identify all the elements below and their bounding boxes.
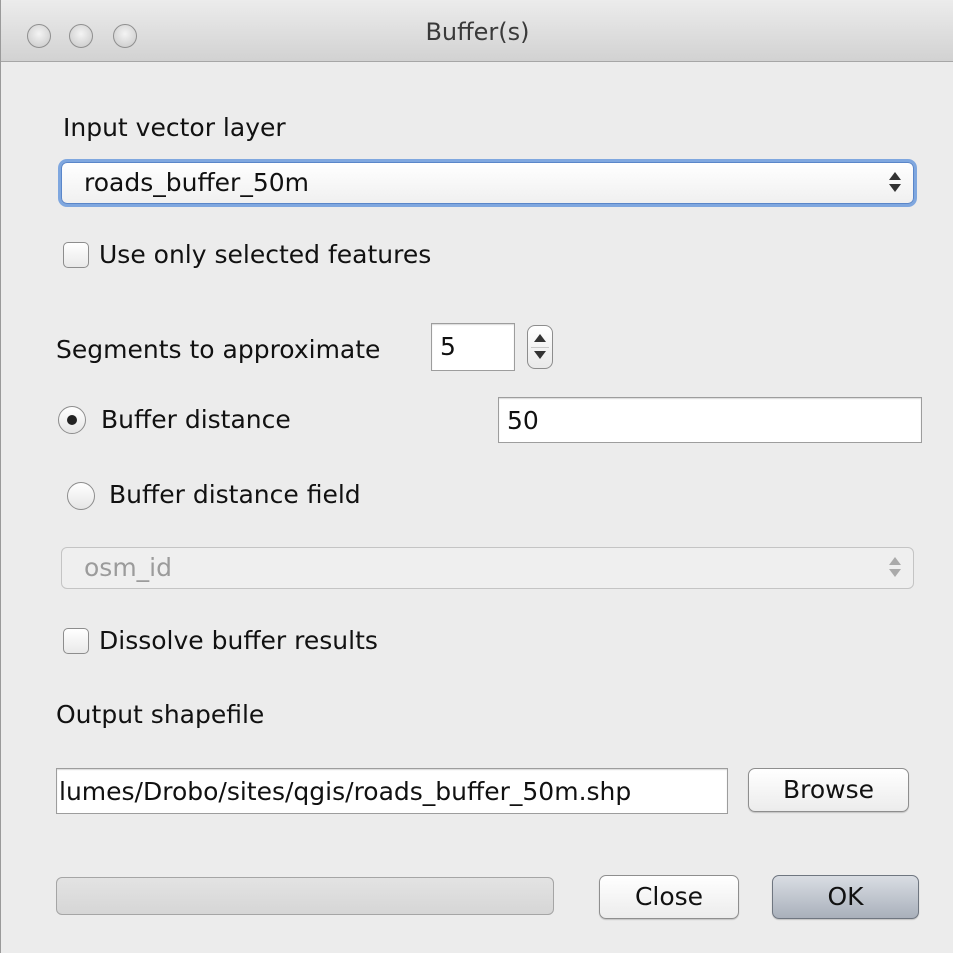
buffer-distance-value: 50 [507, 406, 539, 435]
ok-button[interactable]: OK [772, 875, 919, 919]
input-layer-combobox[interactable]: roads_buffer_50m [61, 162, 914, 204]
dissolve-label: Dissolve buffer results [99, 626, 378, 655]
dissolve-checkbox[interactable] [63, 628, 89, 654]
use-selected-label: Use only selected features [99, 240, 432, 269]
input-layer-value: roads_buffer_50m [84, 168, 309, 197]
segments-input[interactable]: 5 [431, 323, 515, 371]
buffer-distance-field-label: Buffer distance field [109, 480, 361, 509]
distance-field-combobox[interactable]: osm_id [61, 547, 914, 589]
buffer-distance-label: Buffer distance [101, 405, 291, 434]
browse-button[interactable]: Browse [748, 768, 909, 812]
stepper-up-icon[interactable] [534, 334, 546, 342]
window-title: Buffer(s) [425, 18, 530, 46]
segments-value: 5 [440, 332, 456, 361]
stepper-down-icon[interactable] [534, 351, 546, 359]
combobox-arrows-icon [889, 555, 901, 581]
combobox-arrows-icon [889, 170, 901, 196]
buffer-distance-field-radio[interactable] [67, 482, 95, 510]
use-selected-checkbox[interactable] [63, 242, 89, 268]
segments-label: Segments to approximate [56, 335, 381, 364]
input-layer-label: Input vector layer [63, 113, 286, 142]
buffer-distance-input[interactable]: 50 [498, 397, 922, 443]
buffer-distance-radio[interactable] [58, 406, 86, 434]
progress-bar [56, 877, 554, 915]
title-bar[interactable]: Buffer(s) [1, 0, 953, 62]
output-path-value: lumes/Drobo/sites/qgis/roads_buffer_50m.… [59, 777, 632, 806]
segments-stepper[interactable] [527, 325, 553, 369]
output-path-input[interactable]: lumes/Drobo/sites/qgis/roads_buffer_50m.… [56, 768, 728, 814]
buffer-dialog: Buffer(s) Input vector layer roads_buffe… [0, 0, 953, 953]
output-label: Output shapefile [56, 700, 265, 729]
radio-selected-dot [67, 415, 77, 425]
close-button[interactable]: Close [599, 875, 739, 919]
distance-field-value: osm_id [84, 553, 172, 582]
